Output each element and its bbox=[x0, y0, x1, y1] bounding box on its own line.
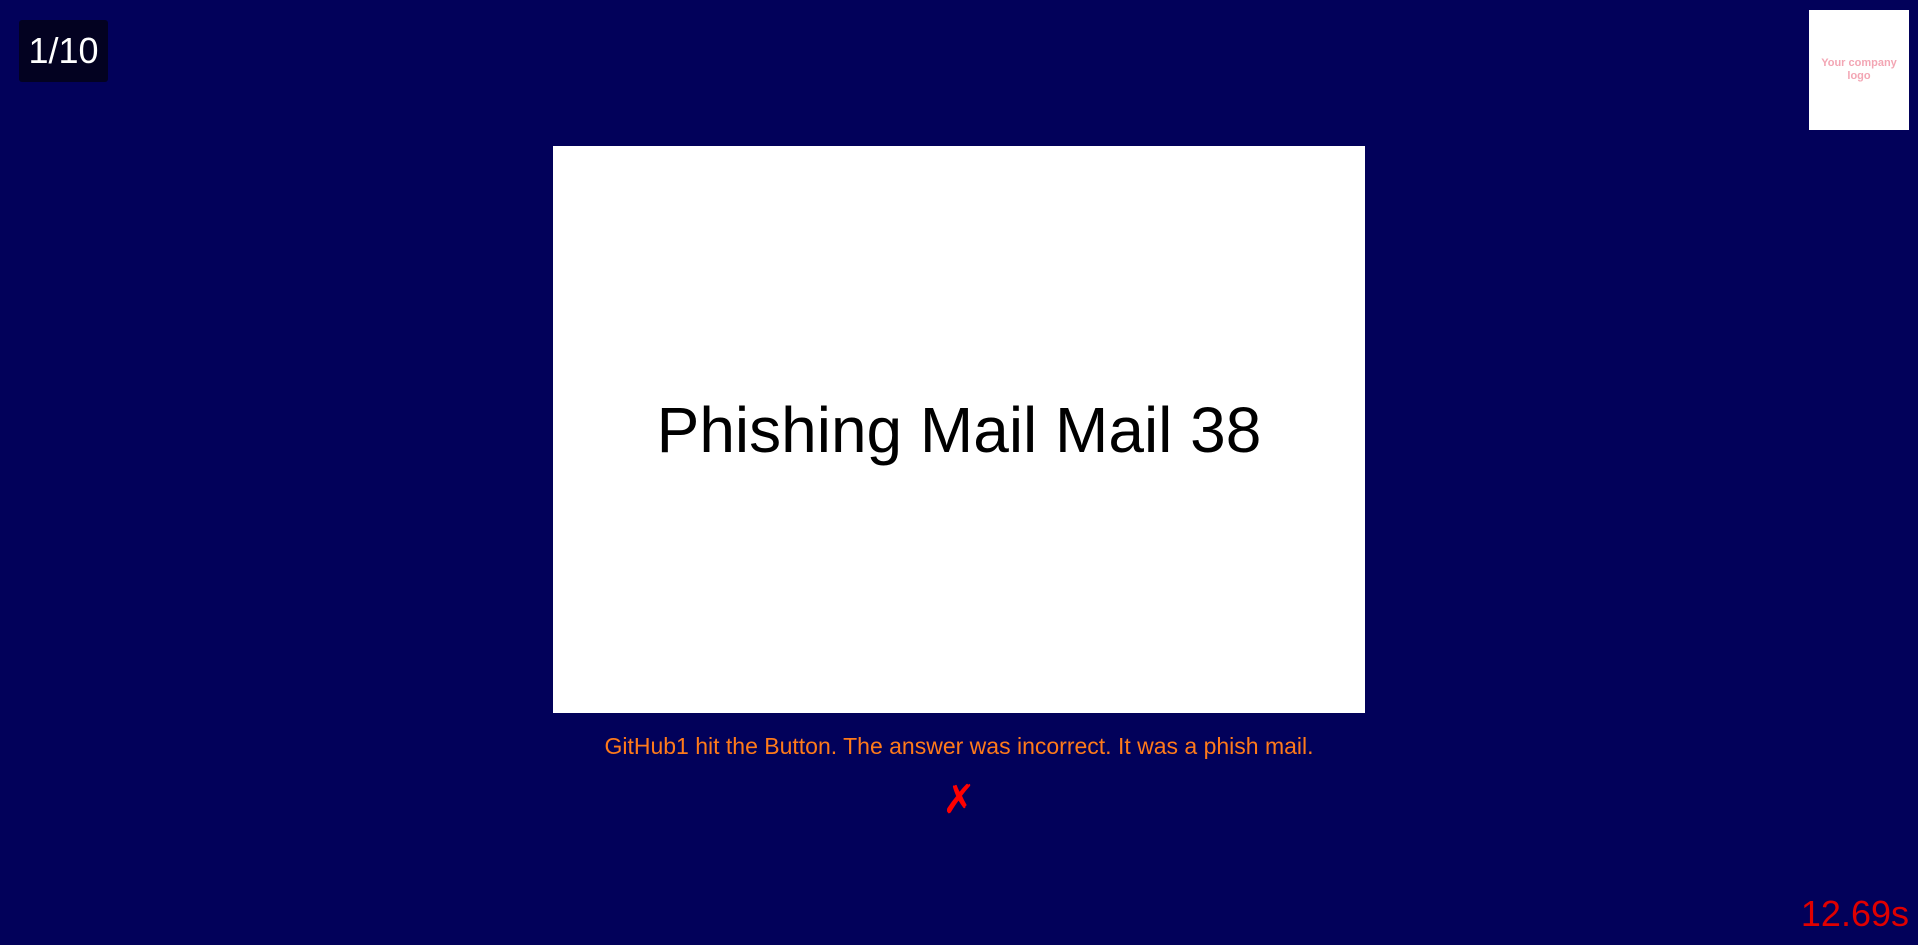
quiz-screen: 1/10 Your company logo Phishing Mail Mai… bbox=[0, 0, 1918, 945]
company-logo: Your company logo bbox=[1809, 10, 1909, 130]
cross-icon: ✗ bbox=[942, 777, 976, 823]
question-counter: 1/10 bbox=[19, 20, 108, 82]
company-logo-placeholder-text: Your company logo bbox=[1821, 57, 1897, 82]
response-timer: 12.69s bbox=[1800, 893, 1909, 934]
answer-feedback-message: GitHub1 hit the Button. The answer was i… bbox=[604, 733, 1314, 759]
mail-title: Phishing Mail Mail 38 bbox=[656, 393, 1262, 466]
mail-preview-card: Phishing Mail Mail 38 bbox=[553, 146, 1365, 713]
